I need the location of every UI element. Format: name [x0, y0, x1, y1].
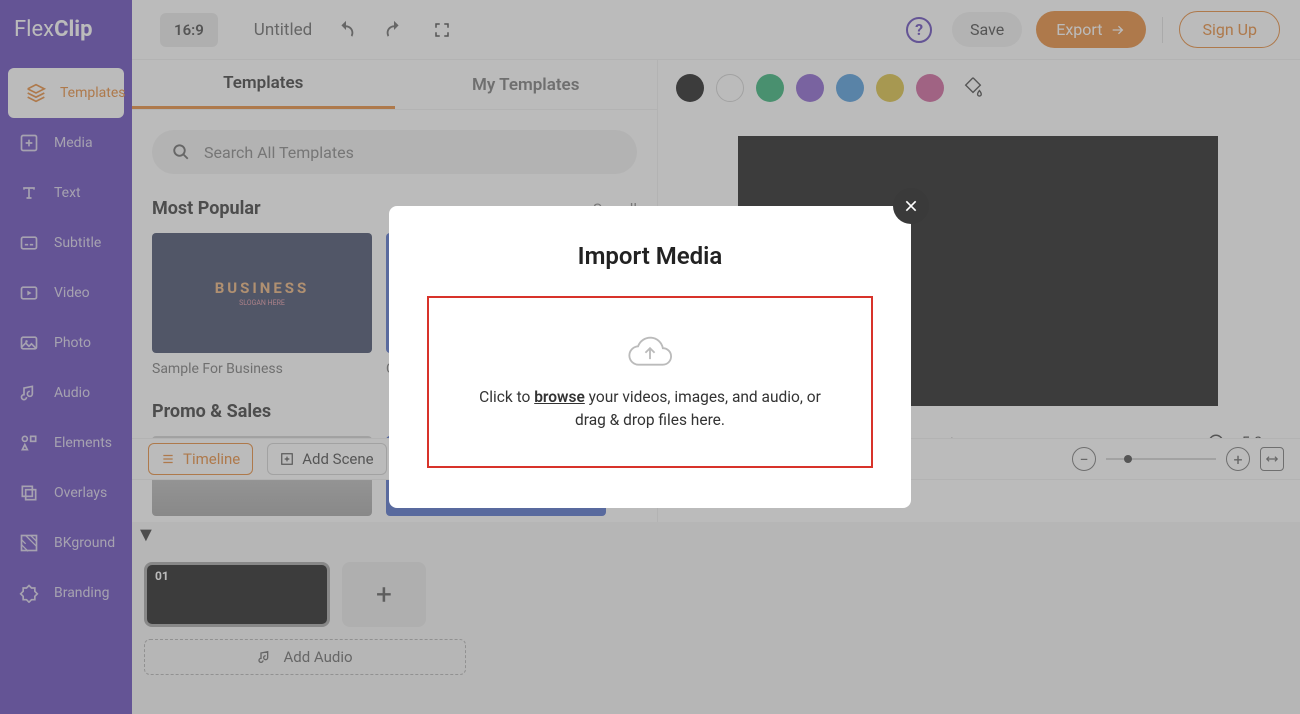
- close-icon: [903, 198, 919, 214]
- upload-icon: [628, 332, 672, 372]
- modal-overlay[interactable]: Import Media Click to browse your videos…: [0, 0, 1300, 714]
- modal-title: Import Media: [427, 242, 873, 270]
- browse-link[interactable]: browse: [534, 388, 585, 406]
- close-button[interactable]: [893, 188, 929, 224]
- import-media-modal: Import Media Click to browse your videos…: [389, 206, 911, 508]
- dropzone-text: Click to browse your videos, images, and…: [469, 386, 831, 433]
- dropzone[interactable]: Click to browse your videos, images, and…: [427, 296, 873, 468]
